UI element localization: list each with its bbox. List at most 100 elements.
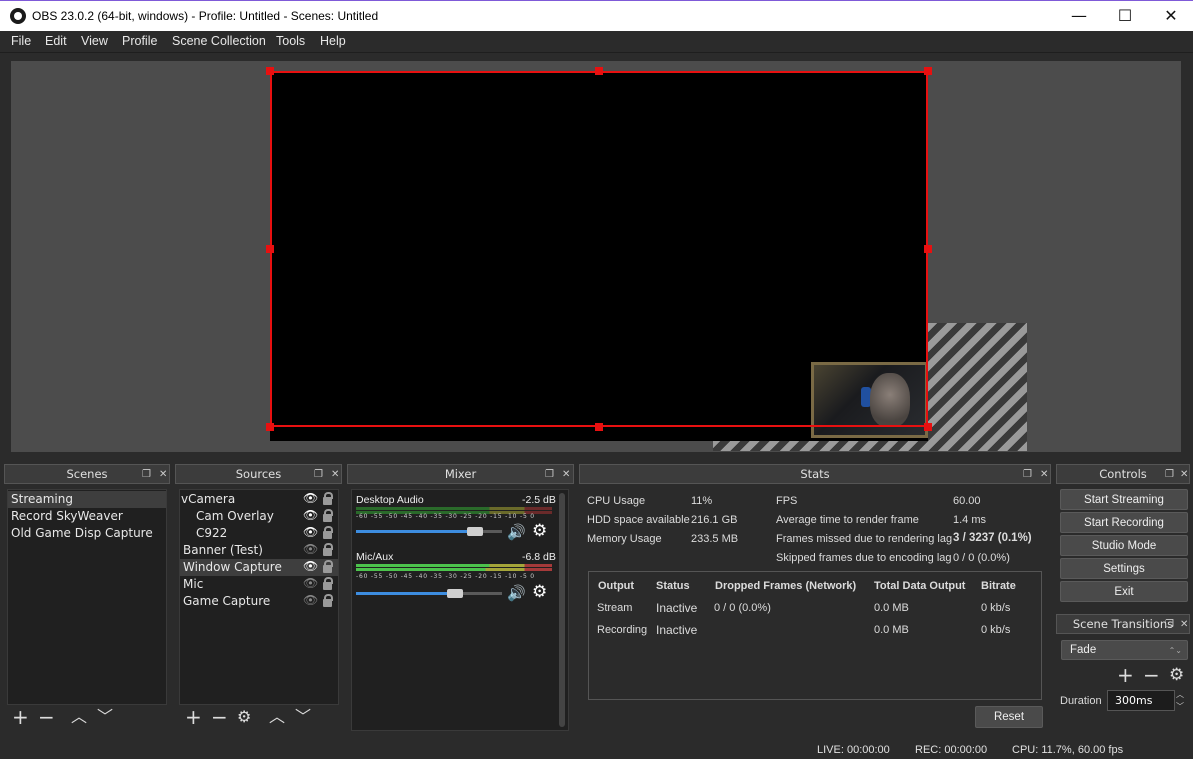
scene-item[interactable]: Streaming bbox=[8, 491, 166, 508]
close-icon[interactable]: ✕ bbox=[562, 465, 570, 484]
meter-scale: -60 -55 -50 -45 -40 -35 -30 -25 -20 -15 … bbox=[356, 513, 535, 520]
resize-handle[interactable] bbox=[266, 423, 274, 431]
remove-scene-icon[interactable]: − bbox=[38, 707, 55, 727]
menu-edit[interactable]: Edit bbox=[45, 34, 67, 48]
settings-button[interactable]: Settings bbox=[1060, 558, 1188, 579]
source-item[interactable]: Game Capture bbox=[183, 593, 270, 610]
source-item[interactable]: Banner (Test) bbox=[183, 542, 263, 559]
float-icon[interactable]: ❐ bbox=[314, 465, 323, 484]
lock-icon[interactable] bbox=[323, 577, 333, 590]
resize-handle[interactable] bbox=[924, 245, 932, 253]
source-item[interactable]: Mic bbox=[183, 576, 203, 593]
eye-icon[interactable]: 👁 bbox=[303, 525, 318, 539]
eye-icon[interactable]: 👁 bbox=[303, 559, 318, 573]
selection-box[interactable] bbox=[270, 71, 928, 427]
float-icon[interactable]: ❐ bbox=[1165, 465, 1174, 484]
move-down-icon[interactable]: ﹀ bbox=[295, 707, 311, 727]
eye-icon[interactable]: 👁 bbox=[303, 491, 318, 505]
eye-icon[interactable]: 👁 bbox=[303, 508, 318, 522]
slider-knob[interactable] bbox=[447, 589, 463, 598]
scene-item[interactable]: Record SkyWeaver bbox=[8, 508, 166, 525]
menu-view[interactable]: View bbox=[81, 34, 108, 48]
mixer-scrollbar[interactable] bbox=[559, 493, 565, 727]
slider-knob[interactable] bbox=[467, 527, 483, 536]
table-header: Total Data Output bbox=[874, 580, 966, 592]
start-streaming-button[interactable]: Start Streaming bbox=[1060, 489, 1188, 510]
move-down-icon[interactable]: ﹀ bbox=[97, 707, 113, 727]
scenes-list[interactable]: Streaming Record SkyWeaver Old Game Disp… bbox=[7, 489, 167, 705]
close-button[interactable]: ✕ bbox=[1148, 1, 1193, 31]
speaker-icon[interactable]: 🔊 bbox=[507, 523, 526, 541]
float-icon[interactable]: ❐ bbox=[1023, 465, 1032, 484]
resize-handle[interactable] bbox=[924, 67, 932, 75]
resize-handle[interactable] bbox=[924, 423, 932, 431]
close-icon[interactable]: ✕ bbox=[1040, 465, 1048, 484]
slider-fill bbox=[356, 592, 455, 595]
close-icon[interactable]: ✕ bbox=[1180, 465, 1188, 484]
eye-hidden-icon[interactable]: 👁 bbox=[303, 593, 318, 607]
sources-title: Sources bbox=[235, 467, 282, 481]
float-icon[interactable]: ❐ bbox=[142, 465, 151, 484]
resize-handle[interactable] bbox=[595, 423, 603, 431]
stat-value: 0 / 0 (0.0%) bbox=[953, 552, 1010, 564]
close-icon[interactable]: ✕ bbox=[331, 465, 339, 484]
speaker-icon[interactable]: 🔊 bbox=[507, 584, 526, 602]
lock-icon[interactable] bbox=[323, 492, 333, 505]
lock-icon[interactable] bbox=[323, 594, 333, 607]
transitions-title: Scene Transitions bbox=[1072, 617, 1174, 631]
lock-icon[interactable] bbox=[323, 526, 333, 539]
stat-value: 60.00 bbox=[953, 495, 981, 507]
volume-slider[interactable] bbox=[356, 527, 502, 536]
add-transition-icon[interactable]: + bbox=[1117, 665, 1134, 685]
spin-up-icon[interactable]: ︿ bbox=[1176, 689, 1184, 700]
remove-transition-icon[interactable]: − bbox=[1143, 665, 1160, 685]
source-item[interactable]: C922 bbox=[196, 525, 227, 542]
menu-tools[interactable]: Tools bbox=[276, 34, 305, 48]
volume-meter-active bbox=[356, 564, 552, 567]
eye-hidden-icon[interactable]: 👁 bbox=[303, 542, 318, 556]
table-cell: 0 kb/s bbox=[981, 602, 1011, 614]
close-icon[interactable]: ✕ bbox=[159, 465, 167, 484]
table-cell: Recording bbox=[597, 624, 648, 636]
transition-select[interactable]: Fade ⌃⌄ bbox=[1061, 640, 1188, 660]
exit-button[interactable]: Exit bbox=[1060, 581, 1188, 602]
source-item[interactable]: Cam Overlay bbox=[196, 508, 274, 525]
add-source-icon[interactable]: + bbox=[185, 707, 202, 727]
scene-item[interactable]: Old Game Disp Capture bbox=[8, 525, 166, 542]
track-db: -6.8 dB bbox=[522, 551, 556, 563]
resize-handle[interactable] bbox=[266, 67, 274, 75]
lock-icon[interactable] bbox=[323, 543, 333, 556]
table-header: Bitrate bbox=[981, 580, 1016, 592]
remove-source-icon[interactable]: − bbox=[211, 707, 228, 727]
gear-icon[interactable]: ⚙ bbox=[1169, 665, 1184, 685]
gear-icon[interactable]: ⚙ bbox=[532, 521, 547, 541]
menu-profile[interactable]: Profile bbox=[122, 34, 157, 48]
duration-input[interactable]: 300ms bbox=[1107, 690, 1175, 711]
resize-handle[interactable] bbox=[595, 67, 603, 75]
reset-button[interactable]: Reset bbox=[975, 706, 1043, 728]
float-icon[interactable]: ❐ bbox=[1165, 615, 1174, 634]
move-up-icon[interactable]: ︿ bbox=[269, 707, 285, 727]
add-scene-icon[interactable]: + bbox=[12, 707, 29, 727]
gear-icon[interactable]: ⚙ bbox=[237, 707, 251, 727]
menu-help[interactable]: Help bbox=[320, 34, 346, 48]
stat-label: FPS bbox=[776, 495, 798, 507]
spin-down-icon[interactable]: ﹀ bbox=[1176, 701, 1184, 712]
lock-icon[interactable] bbox=[323, 560, 333, 573]
minimize-button[interactable]: — bbox=[1056, 1, 1102, 31]
maximize-button[interactable]: ☐ bbox=[1102, 1, 1148, 31]
eye-hidden-icon[interactable]: 👁 bbox=[303, 576, 318, 590]
close-icon[interactable]: ✕ bbox=[1180, 615, 1188, 634]
gear-icon[interactable]: ⚙ bbox=[532, 582, 547, 602]
float-icon[interactable]: ❐ bbox=[545, 465, 554, 484]
studio-mode-button[interactable]: Studio Mode bbox=[1060, 535, 1188, 556]
resize-handle[interactable] bbox=[266, 245, 274, 253]
scenes-title: Scenes bbox=[66, 467, 108, 481]
menu-scene-collection[interactable]: Scene Collection bbox=[172, 34, 266, 48]
rec-status: REC: 00:00:00 bbox=[915, 744, 988, 756]
start-recording-button[interactable]: Start Recording bbox=[1060, 512, 1188, 533]
menu-file[interactable]: File bbox=[11, 34, 31, 48]
move-up-icon[interactable]: ︿ bbox=[71, 707, 87, 727]
volume-slider[interactable] bbox=[356, 589, 502, 598]
lock-icon[interactable] bbox=[323, 509, 333, 522]
